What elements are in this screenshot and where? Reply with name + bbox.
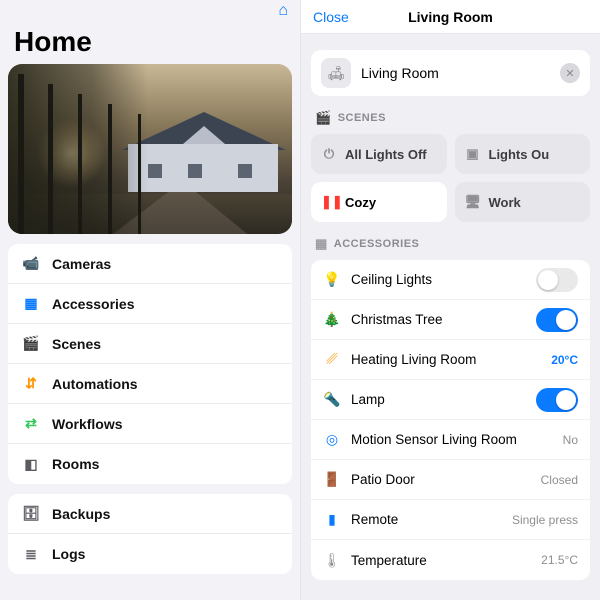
backups-icon: 🗄 (20, 505, 42, 522)
accessory-label: Lamp (351, 392, 526, 407)
room-name-text: Living Room (361, 65, 560, 81)
scene-icon: ▣ (465, 146, 481, 162)
accessory-icon: 🌡 (323, 552, 341, 569)
clear-icon[interactable]: ✕ (560, 63, 580, 83)
accessory-icon: ␥ (323, 351, 341, 368)
menu-item-cameras[interactable]: 📹 Cameras (8, 244, 292, 284)
menu-item-scenes[interactable]: 🎬 Scenes (8, 324, 292, 364)
scene-label: Lights Ou (489, 147, 550, 162)
scene-icon: 🖥 (465, 194, 481, 210)
rooms-icon: ◧ (20, 456, 42, 473)
menu-item-accessories[interactable]: ▦ Accessories (8, 284, 292, 324)
detail-header: Close Living Room (301, 0, 600, 34)
menu-item-label: Logs (52, 546, 85, 562)
home-icon[interactable]: ⌂ (278, 2, 288, 20)
close-button[interactable]: Close (313, 9, 349, 25)
secondary-menu: 🗄 Backups ≣ Logs (8, 494, 292, 574)
left-header: ⌂ (0, 0, 300, 18)
room-name-input[interactable]: 🛋 Living Room ✕ (311, 50, 590, 96)
menu-item-label: Rooms (52, 456, 99, 472)
accessory-icon: 🔦 (323, 391, 341, 408)
scene-label: Cozy (345, 195, 376, 210)
accessory-label: Ceiling Lights (351, 272, 526, 287)
detail-title: Living Room (408, 9, 493, 25)
scenes-grid: ⏻ All Lights Off ▣ Lights Ou ❚❚ Cozy 🖥 Work (311, 134, 590, 222)
accessory-icon: ▮ (323, 511, 341, 528)
scene-icon: ⏻ (321, 146, 337, 162)
workflows-icon: ⇄ (20, 415, 42, 432)
menu-item-label: Accessories (52, 296, 135, 312)
accessory-lamp[interactable]: 🔦 Lamp (311, 380, 590, 420)
menu-item-label: Automations (52, 376, 138, 392)
logs-icon: ≣ (20, 546, 42, 563)
main-menu: 📹 Cameras ▦ Accessories 🎬 Scenes ⇵ Automations ⇄… (8, 244, 292, 484)
room-detail-pane: Close Living Room 🛋 Living Room ✕ 🎬 SCEN… (300, 0, 600, 600)
accessory-value: Single press (512, 513, 578, 527)
accessory-christmas-tree[interactable]: 🎄 Christmas Tree (311, 300, 590, 340)
automations-icon: ⇵ (20, 375, 42, 392)
accessories-icon: ▦ (20, 295, 42, 312)
menu-item-label: Cameras (52, 256, 111, 272)
accessories-icon: ▦ (315, 236, 328, 252)
scene-lights-ou[interactable]: ▣ Lights Ou (455, 134, 591, 174)
menu-item-label: Workflows (52, 416, 123, 432)
menu-item-logs[interactable]: ≣ Logs (8, 534, 292, 574)
menu-item-backups[interactable]: 🗄 Backups (8, 494, 292, 534)
accessory-icon: 🎄 (323, 311, 341, 328)
cameras-icon: 📹 (20, 255, 42, 272)
menu-item-automations[interactable]: ⇵ Automations (8, 364, 292, 404)
menu-item-workflows[interactable]: ⇄ Workflows (8, 404, 292, 444)
toggle-switch[interactable] (536, 308, 578, 332)
accessories-section-label: ▦ ACCESSORIES (315, 236, 590, 252)
scenes-icon: 🎬 (20, 335, 42, 352)
accessory-patio-door[interactable]: 🚪 Patio Door Closed (311, 460, 590, 500)
scene-label: All Lights Off (345, 147, 427, 162)
accessory-value: 21.5°C (541, 553, 578, 567)
menu-item-label: Scenes (52, 336, 101, 352)
accessory-motion-sensor-living-room[interactable]: ◎ Motion Sensor Living Room No (311, 420, 590, 460)
scene-all-lights-off[interactable]: ⏻ All Lights Off (311, 134, 447, 174)
menu-item-rooms[interactable]: ◧ Rooms (8, 444, 292, 484)
accessory-label: Heating Living Room (351, 352, 541, 367)
page-title: Home (0, 18, 300, 64)
scene-cozy[interactable]: ❚❚ Cozy (311, 182, 447, 222)
accessory-label: Temperature (351, 553, 531, 568)
toggle-switch[interactable] (536, 268, 578, 292)
accessory-label: Remote (351, 512, 502, 527)
menu-item-label: Backups (52, 506, 110, 522)
accessory-heating-living-room[interactable]: ␥ Heating Living Room 20°C (311, 340, 590, 380)
accessory-icon: 🚪 (323, 471, 341, 488)
scenes-section-label: 🎬 SCENES (315, 110, 590, 126)
accessory-value: No (563, 433, 578, 447)
accessory-label: Patio Door (351, 472, 531, 487)
accessory-icon: ◎ (323, 431, 341, 448)
scenes-icon: 🎬 (315, 110, 332, 126)
accessory-remote[interactable]: ▮ Remote Single press (311, 500, 590, 540)
home-hero-image (8, 64, 292, 234)
accessory-temperature[interactable]: 🌡 Temperature 21.5°C (311, 540, 590, 580)
sofa-icon: 🛋 (321, 58, 351, 88)
accessory-value: 20°C (551, 353, 578, 367)
toggle-switch[interactable] (536, 388, 578, 412)
accessory-value: Closed (541, 473, 578, 487)
scene-label: Work (489, 195, 521, 210)
accessory-label: Motion Sensor Living Room (351, 432, 553, 447)
accessories-list: 💡 Ceiling Lights 🎄 Christmas Tree ␥ Heating L… (311, 260, 590, 580)
scene-icon: ❚❚ (321, 194, 337, 210)
accessory-ceiling-lights[interactable]: 💡 Ceiling Lights (311, 260, 590, 300)
accessory-label: Christmas Tree (351, 312, 526, 327)
scene-work[interactable]: 🖥 Work (455, 182, 591, 222)
home-pane: ⌂ Home 📹 Cameras ▦ Accessories 🎬 Scenes ⇵ Autom… (0, 0, 300, 600)
accessory-icon: 💡 (323, 271, 341, 288)
